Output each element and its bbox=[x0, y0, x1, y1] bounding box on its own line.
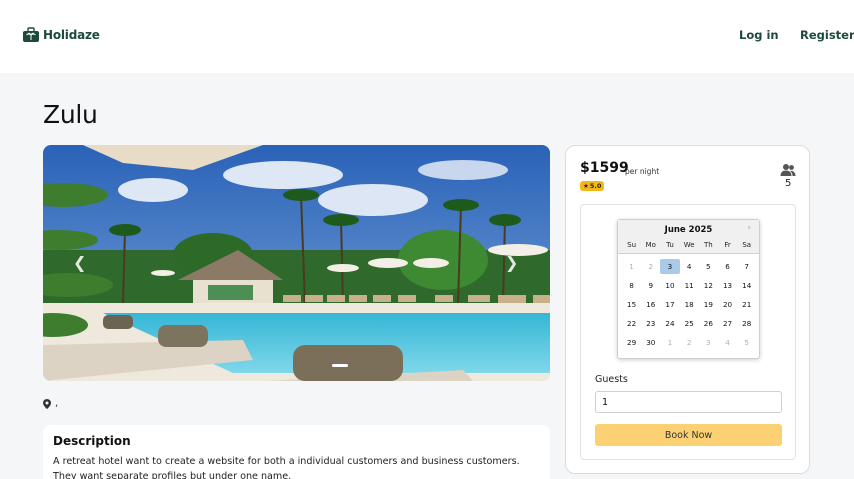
date-picker[interactable]: June 2025 › Su Mo Tu We Th Fr Sa 1 2 3 4 5 6 7 8 9 10 11… bbox=[617, 219, 760, 359]
chevron-right-icon[interactable]: ❯ bbox=[505, 253, 521, 273]
calendar-day[interactable]: 3 bbox=[699, 335, 718, 350]
rating-badge: ★ 5.0 bbox=[580, 181, 605, 191]
calendar-day[interactable]: 18 bbox=[680, 297, 699, 312]
weekday-label: We bbox=[683, 241, 695, 249]
users-icon bbox=[780, 164, 796, 176]
calendar-header: June 2025 › Su Mo Tu We Th Fr Sa bbox=[618, 220, 759, 254]
calendar-day[interactable]: 8 bbox=[622, 278, 641, 293]
palm-suitcase-icon bbox=[23, 27, 39, 42]
calendar-day[interactable]: 11 bbox=[680, 278, 699, 293]
venue-photo bbox=[43, 145, 550, 381]
login-link[interactable]: Log in bbox=[739, 28, 779, 42]
register-link[interactable]: Register bbox=[800, 28, 854, 42]
calendar-day[interactable]: 9 bbox=[641, 278, 660, 293]
calendar-day[interactable]: 17 bbox=[660, 297, 679, 312]
guests-input[interactable] bbox=[595, 391, 782, 413]
calendar-day[interactable]: 25 bbox=[680, 316, 699, 331]
calendar-month: June 2025 bbox=[664, 225, 713, 235]
calendar-day[interactable]: 13 bbox=[718, 278, 737, 293]
calendar-day[interactable]: 5 bbox=[737, 335, 756, 350]
booking-card: $1599 per night ★ 5.0 5 June 2025 › Su Mo… bbox=[565, 145, 810, 474]
calendar-day[interactable]: 28 bbox=[737, 316, 756, 331]
brand-name: Holidaze bbox=[43, 28, 100, 42]
brand-logo[interactable]: Holidaze bbox=[22, 27, 100, 43]
chevron-right-icon[interactable]: › bbox=[747, 223, 751, 233]
weekday-label: Th bbox=[703, 241, 713, 249]
weekday-label: Sa bbox=[742, 241, 752, 249]
calendar-day[interactable]: 30 bbox=[641, 335, 660, 350]
weekday-label: Mo bbox=[645, 241, 656, 249]
calendar-days: 1 2 3 4 5 6 7 8 9 10 11 12 13 14 15 16 17 18 19 20 21 22 23 24 2… bbox=[622, 259, 756, 350]
calendar-day[interactable]: 24 bbox=[660, 316, 679, 331]
max-guests: 5 bbox=[785, 178, 792, 189]
book-now-button[interactable]: Book Now bbox=[595, 424, 782, 446]
calendar-day[interactable]: 26 bbox=[699, 316, 718, 331]
calendar-day[interactable]: 4 bbox=[718, 335, 737, 350]
calendar-day[interactable]: 2 bbox=[680, 335, 699, 350]
calendar-day[interactable]: 1 bbox=[622, 259, 641, 274]
site-header: Holidaze Log in Register bbox=[0, 0, 854, 73]
calendar-day[interactable]: 1 bbox=[660, 335, 679, 350]
guests-label: Guests bbox=[595, 374, 628, 385]
calendar-day[interactable]: 15 bbox=[622, 297, 641, 312]
venue-title: Zulu bbox=[43, 100, 98, 129]
weekday-label: Tu bbox=[666, 241, 674, 249]
calendar-day[interactable]: 27 bbox=[718, 316, 737, 331]
calendar-day[interactable]: 20 bbox=[718, 297, 737, 312]
calendar-day[interactable]: 12 bbox=[699, 278, 718, 293]
description-title: Description bbox=[53, 434, 131, 448]
weekday-label: Fr bbox=[724, 241, 731, 249]
location-text: , bbox=[55, 398, 59, 409]
calendar-day-selected[interactable]: 3 bbox=[660, 259, 680, 274]
venue-image-carousel[interactable]: ❮ ❯ bbox=[43, 145, 550, 381]
calendar-day[interactable]: 6 bbox=[718, 259, 737, 274]
calendar-day[interactable]: 21 bbox=[737, 297, 756, 312]
calendar-day[interactable]: 7 bbox=[737, 259, 756, 274]
booking-form: June 2025 › Su Mo Tu We Th Fr Sa 1 2 3 4 5 6 7 8 9 10 11… bbox=[580, 204, 796, 460]
description-card: Description A retreat hotel want to crea… bbox=[43, 425, 550, 479]
calendar-day[interactable]: 16 bbox=[641, 297, 660, 312]
calendar-day[interactable]: 22 bbox=[622, 316, 641, 331]
calendar-day[interactable]: 5 bbox=[699, 259, 718, 274]
weekday-label: Su bbox=[627, 241, 637, 249]
calendar-day[interactable]: 14 bbox=[737, 278, 756, 293]
chevron-left-icon[interactable]: ❮ bbox=[73, 253, 89, 273]
venue-location: , bbox=[43, 398, 58, 409]
price-unit: per night bbox=[625, 167, 660, 176]
price: $1599 bbox=[580, 160, 629, 176]
calendar-day[interactable]: 23 bbox=[641, 316, 660, 331]
calendar-day[interactable]: 29 bbox=[622, 335, 641, 350]
calendar-day[interactable]: 2 bbox=[641, 259, 660, 274]
calendar-day[interactable]: 19 bbox=[699, 297, 718, 312]
calendar-day[interactable]: 4 bbox=[680, 259, 699, 274]
rating-value: 5.0 bbox=[589, 182, 602, 190]
carousel-indicator[interactable] bbox=[332, 364, 348, 367]
calendar-day[interactable]: 10 bbox=[660, 278, 679, 293]
map-pin-icon bbox=[43, 398, 51, 409]
description-text: A retreat hotel want to create a website… bbox=[53, 456, 520, 479]
star-icon: ★ bbox=[583, 182, 589, 190]
calendar-weekdays: Su Mo Tu We Th Fr Sa bbox=[622, 241, 755, 249]
